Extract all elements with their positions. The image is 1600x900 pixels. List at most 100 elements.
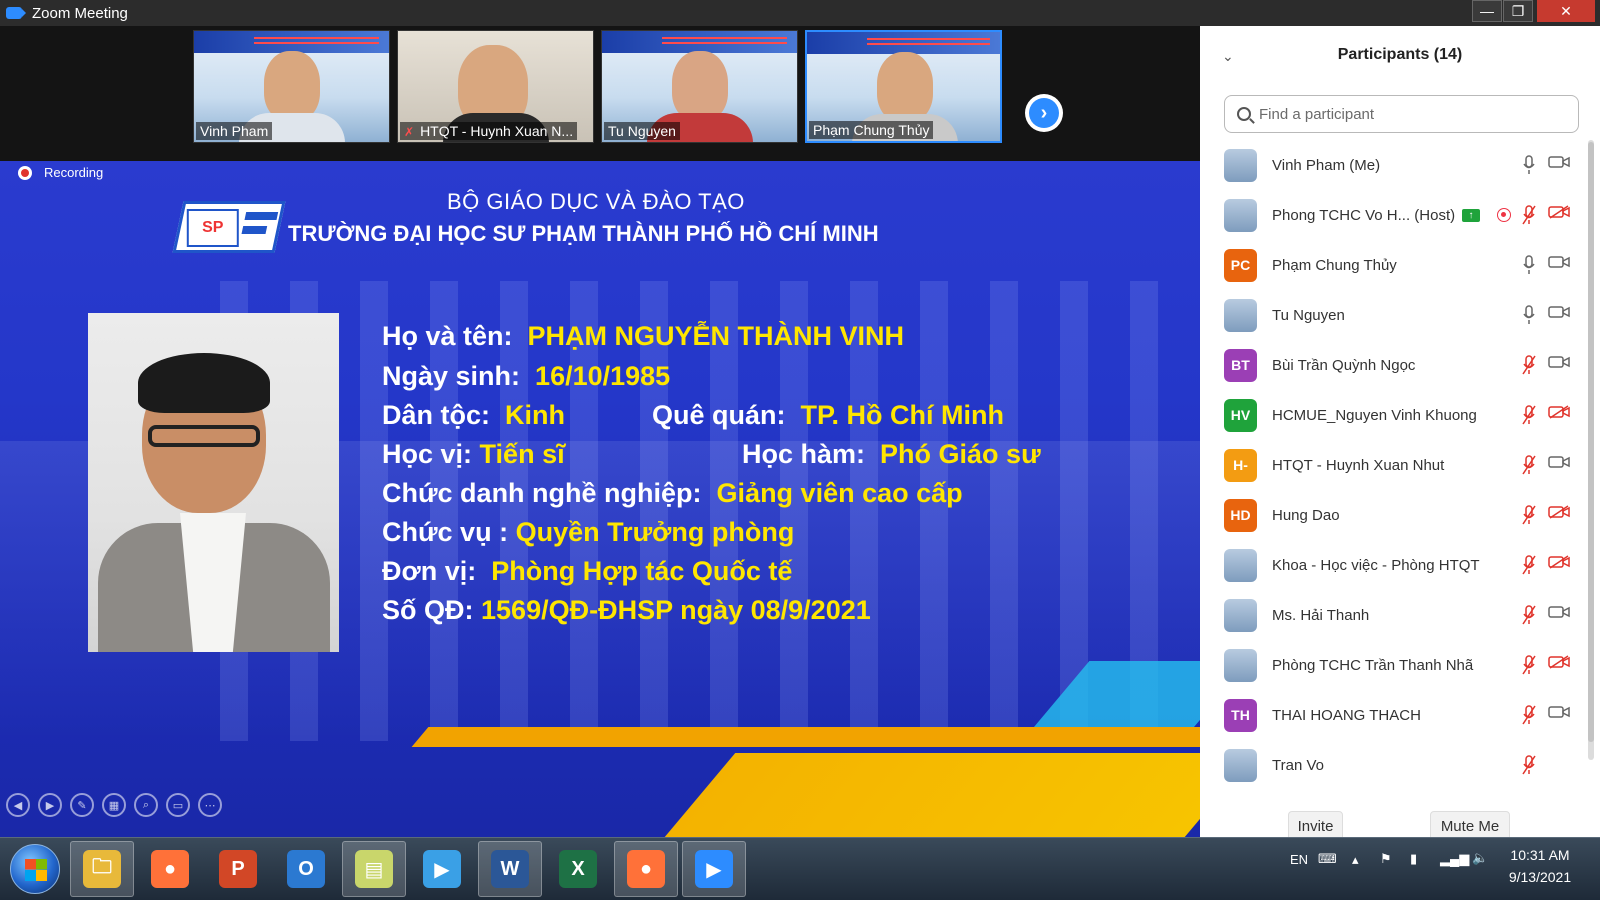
taskbar-powerpoint-button[interactable]: P: [206, 841, 270, 897]
muted-mic-icon[interactable]: [1522, 555, 1536, 575]
video-icon[interactable]: [1548, 455, 1570, 469]
pen-icon[interactable]: ✎: [70, 793, 94, 817]
slides-grid-icon[interactable]: ▦: [102, 793, 126, 817]
next-slide-icon[interactable]: ▶: [38, 793, 62, 817]
participant-search[interactable]: [1224, 95, 1579, 133]
minimize-button[interactable]: —: [1472, 0, 1502, 22]
participant-row[interactable]: Tran Vo: [1200, 740, 1590, 790]
more-options-icon[interactable]: ⋯: [198, 793, 222, 817]
video-icon[interactable]: [1548, 355, 1570, 369]
video-off-icon[interactable]: [1548, 655, 1570, 669]
taskbar-media-player-button[interactable]: ▶: [410, 841, 474, 897]
search-input[interactable]: [1259, 105, 1559, 123]
video-off-icon[interactable]: [1548, 205, 1570, 219]
taskbar-outlook-button[interactable]: O: [274, 841, 338, 897]
participant-name: Bùi Trần Quỳnh Ngọc: [1272, 356, 1416, 374]
muted-mic-icon[interactable]: [1522, 605, 1536, 625]
mic-icon[interactable]: [1522, 305, 1536, 325]
muted-mic-icon: ✗: [404, 125, 415, 139]
video-icon[interactable]: [1548, 155, 1570, 169]
video-off-icon[interactable]: [1548, 505, 1570, 519]
screen-icon[interactable]: ▭: [166, 793, 190, 817]
muted-mic-icon[interactable]: [1522, 405, 1536, 425]
profile-photo: [88, 313, 339, 652]
participant-row[interactable]: Khoa - Học việc - Phòng HTQT: [1200, 540, 1590, 590]
participant-list-scrollbar[interactable]: [1588, 140, 1594, 760]
volume-icon[interactable]: 🔈: [1472, 850, 1488, 866]
next-page-button[interactable]: ›: [1025, 94, 1063, 132]
participant-row[interactable]: HD Hung Dao: [1200, 490, 1590, 540]
chevron-right-icon: ›: [1029, 98, 1059, 128]
video-off-icon[interactable]: [1548, 555, 1570, 569]
participant-row[interactable]: Tu Nguyen: [1200, 290, 1590, 340]
start-button[interactable]: [10, 844, 60, 894]
video-icon[interactable]: [1548, 605, 1570, 619]
show-hidden-icons-icon[interactable]: ▴: [1352, 852, 1359, 868]
participant-row[interactable]: Phong TCHC Vo H... (Host) ↑: [1200, 190, 1590, 240]
participant-row[interactable]: Vinh Pham (Me): [1200, 140, 1590, 190]
video-icon[interactable]: [1548, 255, 1570, 269]
video-off-icon[interactable]: [1548, 405, 1570, 419]
keyboard-icon[interactable]: ⌨: [1318, 851, 1337, 867]
taskbar-firefox-2-button[interactable]: ●: [614, 841, 678, 897]
field-dob: Ngày sinh: 16/10/1985: [382, 361, 671, 391]
avatar: HV: [1224, 398, 1257, 432]
muted-mic-icon[interactable]: [1522, 355, 1536, 375]
video-thumbnail-active-speaker[interactable]: Phạm Chung Thủy: [805, 30, 1002, 143]
university-logo: SP: [172, 201, 286, 253]
muted-mic-icon[interactable]: [1522, 455, 1536, 475]
participant-name: Khoa - Học việc - Phòng HTQT: [1272, 556, 1480, 574]
taskbar-file-explorer-button[interactable]: 🗀: [70, 841, 134, 897]
participant-row[interactable]: Ms. Hải Thanh: [1200, 590, 1590, 640]
close-window-button[interactable]: ✕: [1537, 0, 1595, 22]
taskbar-firefox-button[interactable]: ●: [138, 841, 202, 897]
muted-mic-icon[interactable]: [1522, 505, 1536, 525]
muted-mic-icon[interactable]: [1522, 655, 1536, 675]
muted-mic-icon[interactable]: [1522, 205, 1536, 225]
taskbar-word-button[interactable]: W: [478, 841, 542, 897]
field-hometown: Quê quán: TP. Hồ Chí Minh: [652, 400, 1005, 430]
system-clock[interactable]: 10:31 AM 9/13/2021: [1490, 844, 1590, 888]
zoom-icon[interactable]: ⌕: [134, 793, 158, 817]
avatar: HD: [1224, 498, 1257, 532]
muted-mic-icon[interactable]: [1522, 705, 1536, 725]
participant-name: Phạm Chung Thủy: [1272, 256, 1397, 274]
participant-name: HCMUE_Nguyen Vinh Khuong: [1272, 406, 1477, 424]
participant-row[interactable]: TH THAI HOANG THACH: [1200, 690, 1590, 740]
ministry-heading: BỘ GIÁO DỤC VÀ ĐÀO TẠO: [447, 189, 745, 214]
participant-row[interactable]: BT Bùi Trần Quỳnh Ngọc: [1200, 340, 1590, 390]
muted-mic-icon[interactable]: [1522, 755, 1536, 775]
participant-row[interactable]: PC Phạm Chung Thủy: [1200, 240, 1590, 290]
language-indicator[interactable]: EN: [1290, 852, 1308, 867]
mic-icon[interactable]: [1522, 155, 1536, 175]
video-icon[interactable]: [1548, 305, 1570, 319]
word-icon: W: [491, 850, 529, 888]
taskbar-sticky-notes-button[interactable]: ▤: [342, 841, 406, 897]
outlook-icon: O: [287, 850, 325, 888]
taskbar-zoom-button[interactable]: ▶: [682, 841, 746, 897]
video-thumbnail[interactable]: Tu Nguyen: [601, 30, 798, 143]
sticky-notes-icon: ▤: [355, 850, 393, 888]
field-unit: Đơn vị: Phòng Hợp tác Quốc tế: [382, 556, 793, 586]
zoom-icon: [6, 7, 26, 19]
video-thumbnail[interactable]: Vinh Pham: [193, 30, 390, 143]
field-position: Chức vụ : Quyền Trưởng phòng: [382, 517, 795, 547]
action-center-icon[interactable]: ⚑: [1380, 851, 1392, 867]
recording-indicator: Recording: [18, 165, 103, 180]
participant-name-label: Phạm Chung Thủy: [809, 121, 934, 139]
taskbar-excel-button[interactable]: X: [546, 841, 610, 897]
video-icon[interactable]: [1548, 705, 1570, 719]
mic-icon[interactable]: [1522, 255, 1536, 275]
maximize-button[interactable]: ❐: [1503, 0, 1533, 22]
participants-panel: ⌄ Participants (14) Vinh Pham (Me) Phong …: [1200, 26, 1600, 841]
power-icon[interactable]: ▮: [1410, 851, 1417, 867]
participant-name: Tu Nguyen: [1272, 306, 1345, 324]
network-icon[interactable]: ▂▄▆: [1440, 851, 1469, 867]
video-thumbnail[interactable]: ✗ HTQT - Huynh Xuan N...: [397, 30, 594, 143]
participant-row[interactable]: HV HCMUE_Nguyen Vinh Khuong: [1200, 390, 1590, 440]
participant-name: Phòng TCHC Trần Thanh Nhã: [1272, 656, 1474, 674]
previous-slide-icon[interactable]: ◀: [6, 793, 30, 817]
participant-row[interactable]: Phòng TCHC Trần Thanh Nhã: [1200, 640, 1590, 690]
avatar: PC: [1224, 248, 1257, 282]
participant-row[interactable]: H- HTQT - Huynh Xuan Nhut: [1200, 440, 1590, 490]
